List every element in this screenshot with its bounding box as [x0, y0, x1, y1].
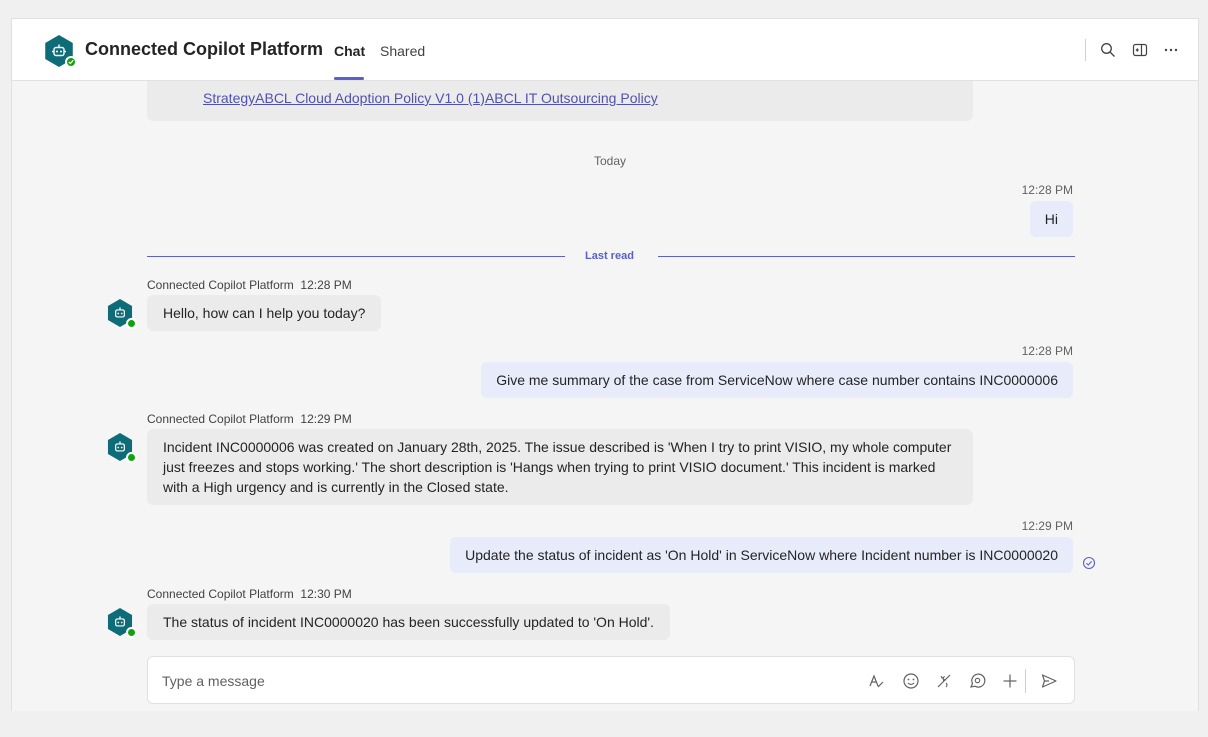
- available-status-icon: [126, 627, 137, 638]
- incoming-message[interactable]: Hello, how can I help you today?: [147, 295, 382, 331]
- search-icon[interactable]: [1098, 40, 1118, 60]
- send-icon[interactable]: [1038, 670, 1060, 692]
- previous-card: StrategyABCL Cloud Adoption Policy V1.0 …: [147, 81, 973, 121]
- last-read-line-right: [658, 256, 1075, 257]
- message-sender-meta: Connected Copilot Platform 12:28 PM: [147, 278, 352, 292]
- chat-title: Connected Copilot Platform: [85, 39, 323, 59]
- last-read-label: Last read: [585, 250, 634, 262]
- message-timestamp: 12:29 PM: [300, 412, 352, 426]
- available-status-icon: [126, 452, 137, 463]
- bot-avatar[interactable]: [106, 608, 137, 638]
- seen-check-icon: [1082, 556, 1096, 570]
- document-links[interactable]: StrategyABCL Cloud Adoption Policy V1.0 …: [203, 90, 658, 106]
- bot-icon: [115, 616, 125, 627]
- message-sender: Connected Copilot Platform: [147, 412, 294, 426]
- message-sender: Connected Copilot Platform: [147, 278, 294, 292]
- bot-icon: [115, 307, 125, 318]
- emoji-icon[interactable]: [900, 670, 922, 692]
- bot-avatar[interactable]: [106, 299, 137, 329]
- outgoing-message[interactable]: Hi: [1029, 201, 1073, 237]
- message-timestamp: 12:28 PM: [1021, 183, 1073, 197]
- message-sender-meta: Connected Copilot Platform 12:29 PM: [147, 412, 352, 426]
- format-icon[interactable]: [865, 670, 887, 692]
- active-tab-indicator: [334, 77, 364, 80]
- message-timestamp: 12:30 PM: [300, 587, 352, 601]
- message-timestamp: 12:28 PM: [300, 278, 352, 292]
- message-input[interactable]: [162, 670, 762, 692]
- pop-out-icon[interactable]: [1130, 40, 1150, 60]
- available-status-icon: [65, 56, 77, 68]
- composer-divider: [1025, 669, 1026, 693]
- available-status-icon: [126, 318, 137, 329]
- outgoing-message[interactable]: Give me summary of the case from Service…: [481, 362, 1073, 398]
- message-composer: [147, 656, 1075, 704]
- message-timestamp: 12:29 PM: [1021, 519, 1073, 533]
- sticker-icon[interactable]: [933, 670, 955, 692]
- last-read-line-left: [147, 256, 565, 257]
- bot-icon: [52, 44, 66, 57]
- tab-chat[interactable]: Chat: [334, 43, 365, 59]
- bot-icon: [115, 441, 125, 452]
- bot-avatar[interactable]: [106, 433, 137, 463]
- date-divider: Today: [594, 154, 627, 168]
- message-sender-meta: Connected Copilot Platform 12:30 PM: [147, 587, 352, 601]
- tab-shared[interactable]: Shared: [380, 43, 425, 59]
- message-sender: Connected Copilot Platform: [147, 587, 294, 601]
- incoming-message[interactable]: The status of incident INC0000020 has be…: [147, 604, 670, 640]
- chat-header: Connected Copilot Platform Chat Shared: [12, 19, 1198, 81]
- incoming-message[interactable]: Incident INC0000006 was created on Janua…: [147, 429, 973, 505]
- header-divider: [1085, 39, 1086, 61]
- chat-window: Connected Copilot Platform Chat Shared S…: [11, 18, 1199, 711]
- message-timestamp: 12:28 PM: [1021, 344, 1073, 358]
- header-bot-avatar[interactable]: [43, 35, 77, 68]
- add-icon[interactable]: [999, 670, 1021, 692]
- loop-icon[interactable]: [966, 670, 988, 692]
- message-list[interactable]: StrategyABCL Cloud Adoption Policy V1.0 …: [12, 81, 1198, 651]
- more-icon[interactable]: [1161, 40, 1181, 60]
- outgoing-message[interactable]: Update the status of incident as 'On Hol…: [450, 537, 1073, 573]
